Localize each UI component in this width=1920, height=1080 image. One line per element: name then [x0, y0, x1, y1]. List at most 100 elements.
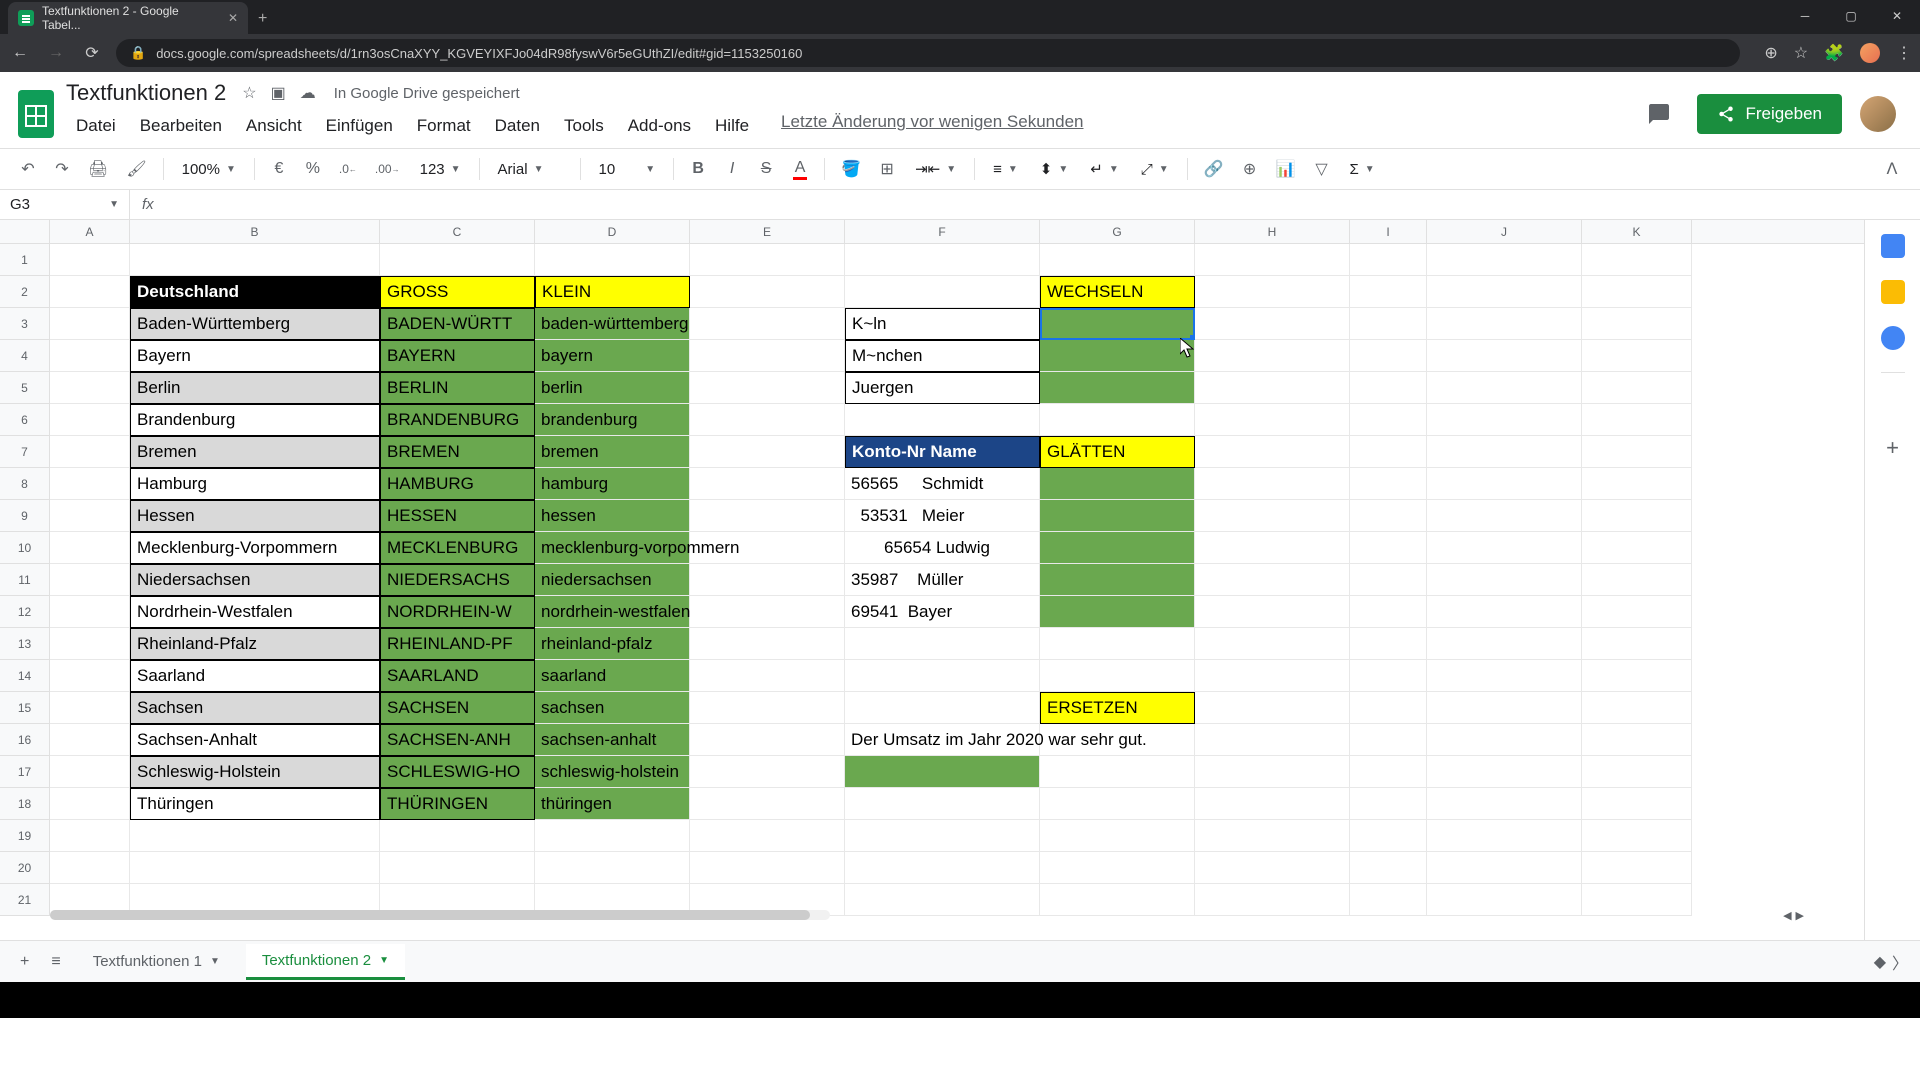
cell-D7[interactable]: bremen [535, 436, 690, 468]
cell-E5[interactable] [690, 372, 845, 404]
formula-input[interactable] [166, 196, 1920, 213]
cell-A13[interactable] [50, 628, 130, 660]
number-format-select[interactable]: 123▼ [412, 157, 469, 182]
col-header[interactable]: E [690, 220, 845, 243]
cell-F12[interactable]: 69541 Bayer [845, 596, 1040, 628]
cell-J20[interactable] [1427, 852, 1582, 884]
row-header[interactable]: 4 [0, 340, 50, 372]
cell-D16[interactable]: sachsen-anhalt [535, 724, 690, 756]
row-header[interactable]: 19 [0, 820, 50, 852]
cell-F10[interactable]: 65654 Ludwig [845, 532, 1040, 564]
cell-C3[interactable]: BADEN-WÜRTT [380, 308, 535, 340]
cell-D18[interactable]: thüringen [535, 788, 690, 820]
cell-G20[interactable] [1040, 852, 1195, 884]
cell-C10[interactable]: MECKLENBURG [380, 532, 535, 564]
cell-J11[interactable] [1427, 564, 1582, 596]
select-all-corner[interactable] [0, 220, 50, 243]
cell-A18[interactable] [50, 788, 130, 820]
cell-B7[interactable]: Bremen [130, 436, 380, 468]
cell-B9[interactable]: Hessen [130, 500, 380, 532]
scroll-right-icon[interactable]: ▶ [1796, 909, 1804, 922]
cell-E2[interactable] [690, 276, 845, 308]
window-close[interactable]: ✕ [1874, 0, 1920, 32]
cell-G21[interactable] [1040, 884, 1195, 916]
bookmark-icon[interactable]: ☆ [1794, 43, 1808, 63]
cell-H10[interactable] [1195, 532, 1350, 564]
cell-A15[interactable] [50, 692, 130, 724]
cell-C6[interactable]: BRANDENBURG [380, 404, 535, 436]
cell-E17[interactable] [690, 756, 845, 788]
row-header[interactable]: 13 [0, 628, 50, 660]
cell-D20[interactable] [535, 852, 690, 884]
cell-D19[interactable] [535, 820, 690, 852]
cell-A3[interactable] [50, 308, 130, 340]
redo-icon[interactable]: ↷ [48, 155, 76, 183]
cell-A19[interactable] [50, 820, 130, 852]
fill-color-icon[interactable]: 🪣 [835, 155, 867, 183]
cell-G3[interactable] [1040, 308, 1195, 340]
cell-D1[interactable] [535, 244, 690, 276]
cell-F4[interactable]: M~nchen [845, 340, 1040, 372]
cell-D10[interactable]: mecklenburg-vorpommern [535, 532, 690, 564]
cell-K11[interactable] [1582, 564, 1692, 596]
cell-K1[interactable] [1582, 244, 1692, 276]
cell-K4[interactable] [1582, 340, 1692, 372]
cell-K18[interactable] [1582, 788, 1692, 820]
text-color-icon[interactable]: A [786, 155, 814, 183]
row-header[interactable]: 2 [0, 276, 50, 308]
paint-format-icon[interactable]: 🖌 [120, 155, 152, 183]
cell-A6[interactable] [50, 404, 130, 436]
cell-K6[interactable] [1582, 404, 1692, 436]
cell-A4[interactable] [50, 340, 130, 372]
cell-D4[interactable]: bayern [535, 340, 690, 372]
row-header[interactable]: 5 [0, 372, 50, 404]
cell-I3[interactable] [1350, 308, 1427, 340]
share-button[interactable]: Freigeben [1697, 94, 1842, 134]
percent-icon[interactable]: % [299, 155, 327, 183]
cell-C18[interactable]: THÜRINGEN [380, 788, 535, 820]
side-panel-toggle-icon[interactable]: 〉 [1880, 942, 1920, 982]
cell-H14[interactable] [1195, 660, 1350, 692]
cell-A12[interactable] [50, 596, 130, 628]
cell-E4[interactable] [690, 340, 845, 372]
star-icon[interactable]: ☆ [242, 83, 256, 103]
cell-G9[interactable] [1040, 500, 1195, 532]
cell-G6[interactable] [1040, 404, 1195, 436]
cell-G11[interactable] [1040, 564, 1195, 596]
cell-E13[interactable] [690, 628, 845, 660]
cell-K2[interactable] [1582, 276, 1692, 308]
cell-E1[interactable] [690, 244, 845, 276]
cell-K5[interactable] [1582, 372, 1692, 404]
cell-H16[interactable] [1195, 724, 1350, 756]
filter-icon[interactable]: ▽ [1308, 155, 1336, 183]
cell-B19[interactable] [130, 820, 380, 852]
row-header[interactable]: 3 [0, 308, 50, 340]
italic-icon[interactable]: I [718, 155, 746, 183]
col-header[interactable]: J [1427, 220, 1582, 243]
move-icon[interactable]: ▣ [271, 83, 286, 103]
menu-hilfe[interactable]: Hilfe [705, 112, 759, 140]
cell-K20[interactable] [1582, 852, 1692, 884]
cell-I12[interactable] [1350, 596, 1427, 628]
cell-E20[interactable] [690, 852, 845, 884]
cell-D6[interactable]: brandenburg [535, 404, 690, 436]
cell-D15[interactable]: sachsen [535, 692, 690, 724]
cell-A2[interactable] [50, 276, 130, 308]
cell-G10[interactable] [1040, 532, 1195, 564]
cell-G12[interactable] [1040, 596, 1195, 628]
cell-I1[interactable] [1350, 244, 1427, 276]
name-box[interactable]: G3▼ [0, 190, 130, 219]
cell-G18[interactable] [1040, 788, 1195, 820]
col-header[interactable]: K [1582, 220, 1692, 243]
new-tab-button[interactable]: + [248, 4, 277, 34]
cell-J21[interactable] [1427, 884, 1582, 916]
cell-J1[interactable] [1427, 244, 1582, 276]
cell-E16[interactable] [690, 724, 845, 756]
sheets-logo-icon[interactable] [16, 86, 56, 142]
browser-tab[interactable]: Textfunktionen 2 - Google Tabel... ✕ [8, 2, 248, 34]
cell-B16[interactable]: Sachsen-Anhalt [130, 724, 380, 756]
col-header[interactable]: B [130, 220, 380, 243]
comments-button[interactable] [1639, 94, 1679, 134]
wrap-icon[interactable]: ↵▼ [1082, 156, 1126, 182]
cell-F20[interactable] [845, 852, 1040, 884]
